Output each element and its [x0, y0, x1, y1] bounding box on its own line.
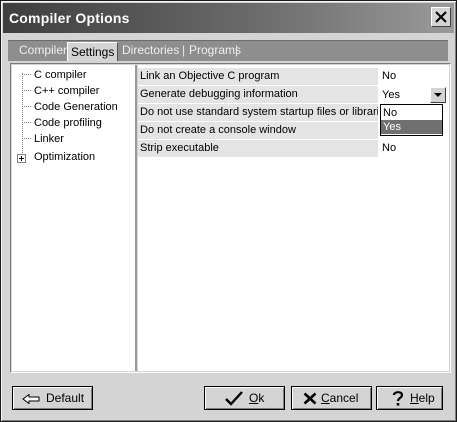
tree-connector-line [22, 74, 31, 75]
compiler-options-dialog: Compiler Options Compiler Settings Direc… [0, 0, 457, 422]
tab-settings[interactable]: Settings [67, 42, 119, 61]
cancel-button[interactable]: Cancel [291, 386, 372, 410]
property-row[interactable]: Strip executable No [138, 140, 449, 157]
help-button[interactable]: Help [376, 386, 443, 410]
property-name: Generate debugging information [138, 86, 378, 103]
tab-compiler[interactable]: Compiler [19, 43, 67, 58]
property-row[interactable]: Generate debugging information Yes [138, 86, 449, 103]
close-button[interactable] [431, 7, 451, 27]
tab-separator: | [235, 43, 239, 57]
value-combobox[interactable]: Yes [380, 87, 446, 103]
tab-programs[interactable]: Programs [189, 43, 241, 58]
property-value[interactable]: No [382, 140, 396, 157]
tree-item-code-profiling[interactable]: Code profiling [34, 115, 102, 131]
cancel-accelerator: C [321, 391, 330, 405]
dropdown-option-no[interactable]: No [381, 106, 442, 120]
tree-item-optimization[interactable]: Optimization [34, 149, 95, 165]
settings-panel: C compiler C++ compiler Code Generation … [10, 63, 451, 373]
property-name: Do not create a console window [138, 122, 378, 139]
tree-connector-line [22, 122, 31, 123]
settings-tree: C compiler C++ compiler Code Generation … [12, 65, 137, 371]
value-dropdown-list: No Yes [380, 104, 443, 136]
question-mark-icon [392, 391, 404, 406]
x-icon [303, 392, 317, 405]
property-name: Link an Objective C program [138, 68, 378, 85]
tree-connector-line [22, 106, 31, 107]
expand-plus-icon[interactable] [17, 154, 26, 163]
chevron-down-icon[interactable] [430, 87, 446, 103]
checkmark-icon [225, 391, 243, 406]
property-value[interactable]: No [382, 68, 396, 85]
cancel-label-rest: ancel [329, 391, 359, 405]
tab-directories[interactable]: Directories [122, 43, 179, 58]
combobox-value: Yes [382, 89, 400, 101]
help-accelerator: H [410, 391, 419, 405]
tree-connector-line [22, 73, 23, 155]
tree-item-cpp-compiler[interactable]: C++ compiler [34, 83, 99, 99]
tab-strip: Compiler Settings Directories | Programs… [8, 40, 448, 61]
tree-item-code-generation[interactable]: Code Generation [34, 99, 118, 115]
property-name: Do not use standard system startup files… [138, 104, 378, 121]
tree-item-c-compiler[interactable]: C compiler [34, 67, 87, 83]
property-row[interactable]: Link an Objective C program No [138, 68, 449, 85]
property-name: Strip executable [138, 140, 378, 157]
ok-label-rest: k [258, 391, 265, 405]
tree-connector-line [22, 138, 31, 139]
close-icon [435, 11, 447, 23]
default-button[interactable]: Default [12, 386, 93, 410]
tab-separator: | [182, 43, 186, 57]
arrow-left-icon [22, 394, 40, 404]
tree-item-linker[interactable]: Linker [34, 131, 64, 147]
ok-accelerator: O [249, 391, 259, 405]
linker-properties-grid: Link an Objective C program No Generate … [138, 65, 449, 371]
dropdown-option-yes[interactable]: Yes [381, 120, 442, 134]
ok-button[interactable]: Ok [204, 386, 285, 410]
window-title: Compiler Options [9, 10, 130, 26]
tree-connector-line [22, 90, 31, 91]
default-button-label: Default [46, 391, 85, 405]
help-label-rest: elp [418, 391, 435, 405]
title-bar[interactable]: Compiler Options [3, 3, 454, 33]
